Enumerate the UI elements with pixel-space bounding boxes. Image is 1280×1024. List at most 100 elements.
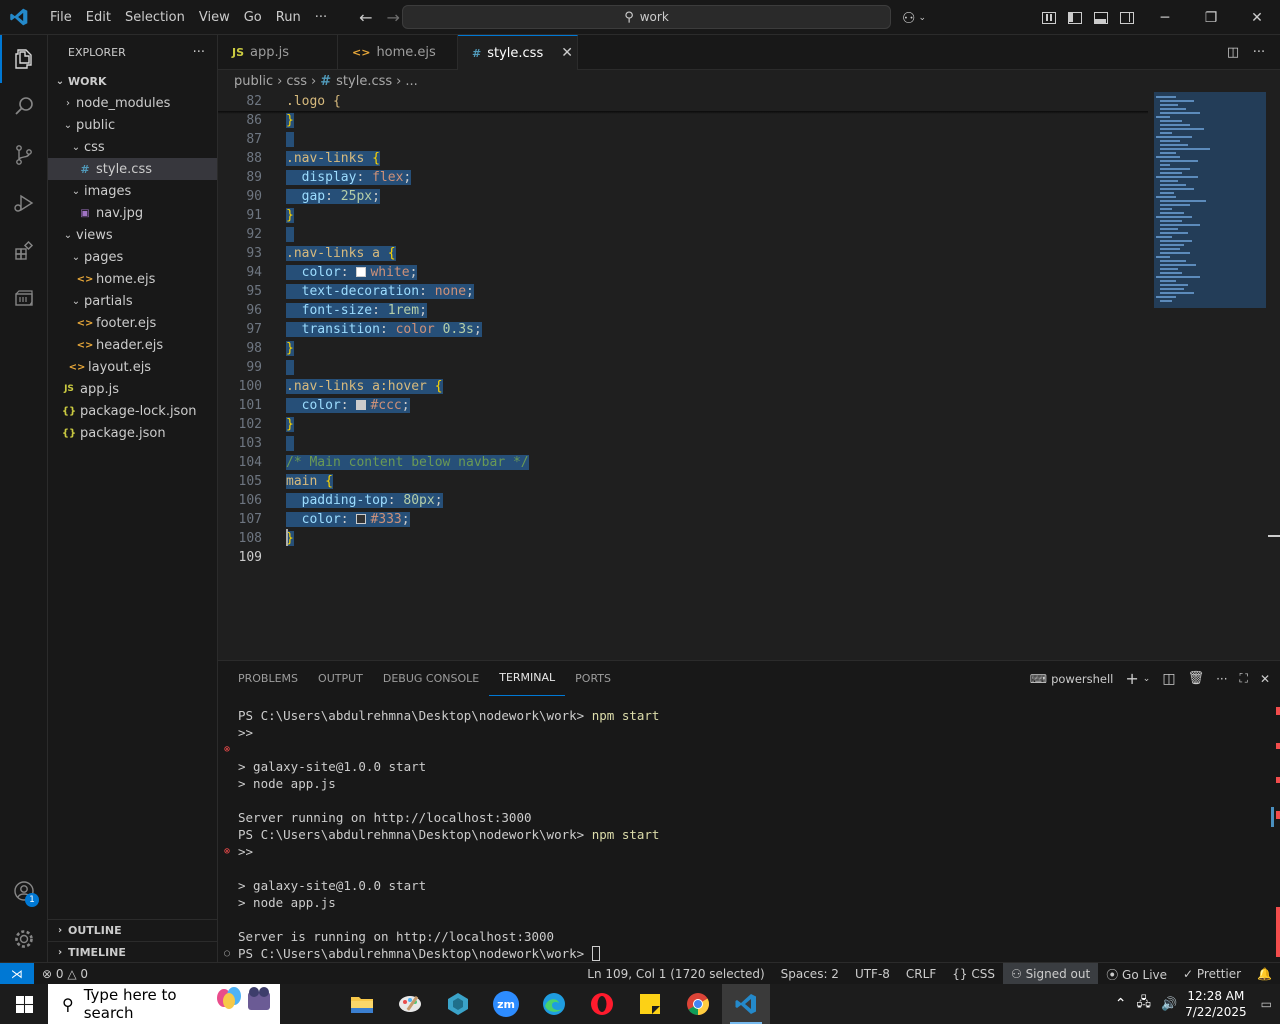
- tab-ports[interactable]: PORTS: [565, 661, 621, 696]
- problems-status[interactable]: ⊗ 0 △ 0: [34, 967, 96, 981]
- run-debug-icon[interactable]: [0, 179, 48, 227]
- sticky-scroll-line[interactable]: 82 .logo {: [218, 92, 1158, 111]
- tree-item[interactable]: ⌄ views: [48, 224, 217, 246]
- close-panel-icon[interactable]: ✕: [1260, 672, 1270, 686]
- code-line[interactable]: 92: [218, 225, 1158, 244]
- menu-view[interactable]: View: [192, 0, 237, 35]
- code-line[interactable]: 96 font-size: 1rem;: [218, 301, 1158, 320]
- tree-item[interactable]: <> home.ejs: [48, 268, 217, 290]
- toggle-panel-icon[interactable]: [1088, 0, 1114, 35]
- tree-item[interactable]: ⌄ images: [48, 180, 217, 202]
- code-line[interactable]: 106 padding-top: 80px;: [218, 491, 1158, 510]
- vpn-app-icon[interactable]: [434, 984, 482, 1024]
- language-mode[interactable]: {} CSS: [944, 967, 1003, 981]
- tree-item[interactable]: ⌄ public: [48, 114, 217, 136]
- command-center-search[interactable]: ⚲ work: [402, 5, 891, 29]
- panel-more-icon[interactable]: ···: [1216, 672, 1227, 686]
- command-success-icon[interactable]: ○: [224, 949, 234, 959]
- code-line[interactable]: 108}: [218, 529, 1158, 548]
- code-line[interactable]: 99: [218, 358, 1158, 377]
- go-live-button[interactable]: ⦿ Go Live: [1098, 966, 1175, 983]
- menu-selection[interactable]: Selection: [118, 0, 192, 35]
- command-error-icon[interactable]: ⊗: [224, 847, 234, 857]
- end-of-line[interactable]: CRLF: [898, 967, 944, 981]
- chevron-down-icon[interactable]: ⌄: [1143, 674, 1151, 684]
- outline-section[interactable]: › OUTLINE: [48, 919, 218, 941]
- split-editor-icon[interactable]: ◫: [1220, 45, 1246, 60]
- timeline-section[interactable]: › TIMELINE: [48, 941, 218, 963]
- color-swatch[interactable]: [356, 514, 367, 524]
- breadcrumb-more[interactable]: ...: [405, 74, 417, 89]
- code-line[interactable]: 95 text-decoration: none;: [218, 282, 1158, 301]
- color-swatch[interactable]: [356, 267, 367, 277]
- sticky-notes-app-icon[interactable]: [626, 984, 674, 1024]
- opera-browser-icon[interactable]: [578, 984, 626, 1024]
- customize-layout-icon[interactable]: [1036, 0, 1062, 35]
- code-line[interactable]: 97 transition: color 0.3s;: [218, 320, 1158, 339]
- tab-app-js[interactable]: JS app.js: [218, 35, 338, 70]
- new-terminal-icon[interactable]: +: [1125, 669, 1138, 688]
- extensions-icon[interactable]: [0, 227, 48, 275]
- tree-item[interactable]: ▣ nav.jpg: [48, 202, 217, 224]
- clock[interactable]: 12:28 AM 7/22/2025: [1185, 988, 1247, 1020]
- restore-icon[interactable]: ❐: [1188, 0, 1234, 35]
- close-window-icon[interactable]: ✕: [1234, 0, 1280, 35]
- menu-file[interactable]: File: [43, 0, 79, 35]
- cursor-position[interactable]: Ln 109, Col 1 (1720 selected): [579, 967, 772, 981]
- remote-indicator-icon[interactable]: ⋊: [0, 962, 34, 985]
- zoom-app-icon[interactable]: zm: [482, 984, 530, 1024]
- paint-app-icon[interactable]: [386, 984, 434, 1024]
- breadcrumb-file[interactable]: style.css: [336, 74, 392, 89]
- terminal-scrollbar[interactable]: [1268, 707, 1280, 957]
- code-line[interactable]: 102}: [218, 415, 1158, 434]
- manage-gear-icon[interactable]: [0, 915, 48, 963]
- code-line[interactable]: 101 color: #ccc;: [218, 396, 1158, 415]
- more-actions-icon[interactable]: ···: [193, 45, 205, 60]
- volume-icon[interactable]: 🔊: [1161, 997, 1177, 1012]
- remote-explorer-icon[interactable]: [0, 275, 48, 323]
- tab-home-ejs[interactable]: <> home.ejs: [338, 35, 458, 70]
- tree-item[interactable]: # style.css: [48, 158, 217, 180]
- copilot-status[interactable]: ⚇ Signed out: [1002, 963, 1099, 985]
- menu-more[interactable]: ···: [308, 0, 334, 35]
- tab-debug-console[interactable]: DEBUG CONSOLE: [373, 661, 489, 696]
- code-line[interactable]: 93 .nav-links a {: [218, 244, 1158, 263]
- tree-item[interactable]: ⌄ pages: [48, 246, 217, 268]
- tree-item[interactable]: ⌄ css: [48, 136, 217, 158]
- tree-item[interactable]: {} package.json: [48, 422, 217, 444]
- code-line[interactable]: 90 gap: 25px;: [218, 187, 1158, 206]
- tree-item[interactable]: <> header.ejs: [48, 334, 217, 356]
- tree-item[interactable]: {} package-lock.json: [48, 400, 217, 422]
- chevron-down-icon[interactable]: ⌄: [918, 13, 926, 23]
- source-control-icon[interactable]: [0, 131, 48, 179]
- vscode-taskbar-icon[interactable]: [722, 984, 770, 1024]
- minimize-icon[interactable]: ─: [1142, 0, 1188, 35]
- explorer-icon[interactable]: [0, 35, 48, 83]
- code-line[interactable]: 103: [218, 434, 1158, 453]
- tab-terminal[interactable]: TERMINAL: [489, 661, 566, 696]
- notification-center-icon[interactable]: ▭: [1261, 997, 1272, 1011]
- code-line[interactable]: 86}: [218, 111, 1158, 130]
- code-line[interactable]: 98}: [218, 339, 1158, 358]
- tab-problems[interactable]: PROBLEMS: [228, 661, 308, 696]
- toggle-primary-sidebar-icon[interactable]: [1062, 0, 1088, 35]
- toggle-secondary-sidebar-icon[interactable]: [1114, 0, 1140, 35]
- trash-icon[interactable]: 🗑: [1188, 671, 1205, 686]
- editor-more-icon[interactable]: ···: [1246, 45, 1272, 60]
- tab-style-css[interactable]: # style.css ✕: [458, 35, 578, 70]
- terminal-shell-label[interactable]: powershell: [1051, 672, 1113, 686]
- search-view-icon[interactable]: [0, 83, 48, 131]
- file-explorer-app-icon[interactable]: [338, 984, 386, 1024]
- code-line[interactable]: 105 main {: [218, 472, 1158, 491]
- chrome-browser-icon[interactable]: [674, 984, 722, 1024]
- encoding[interactable]: UTF-8: [847, 967, 898, 981]
- back-arrow-icon[interactable]: ←: [352, 8, 379, 27]
- code-line[interactable]: 88 .nav-links {: [218, 149, 1158, 168]
- network-icon[interactable]: 🖧: [1136, 993, 1151, 1015]
- tree-item[interactable]: › node_modules: [48, 92, 217, 114]
- code-line[interactable]: 89 display: flex;: [218, 168, 1158, 187]
- workspace-root[interactable]: ⌄ WORK: [48, 70, 217, 92]
- tree-item[interactable]: <> layout.ejs: [48, 356, 217, 378]
- code-line[interactable]: 109: [218, 548, 1158, 567]
- chevron-up-icon[interactable]: ⌃: [1115, 996, 1127, 1012]
